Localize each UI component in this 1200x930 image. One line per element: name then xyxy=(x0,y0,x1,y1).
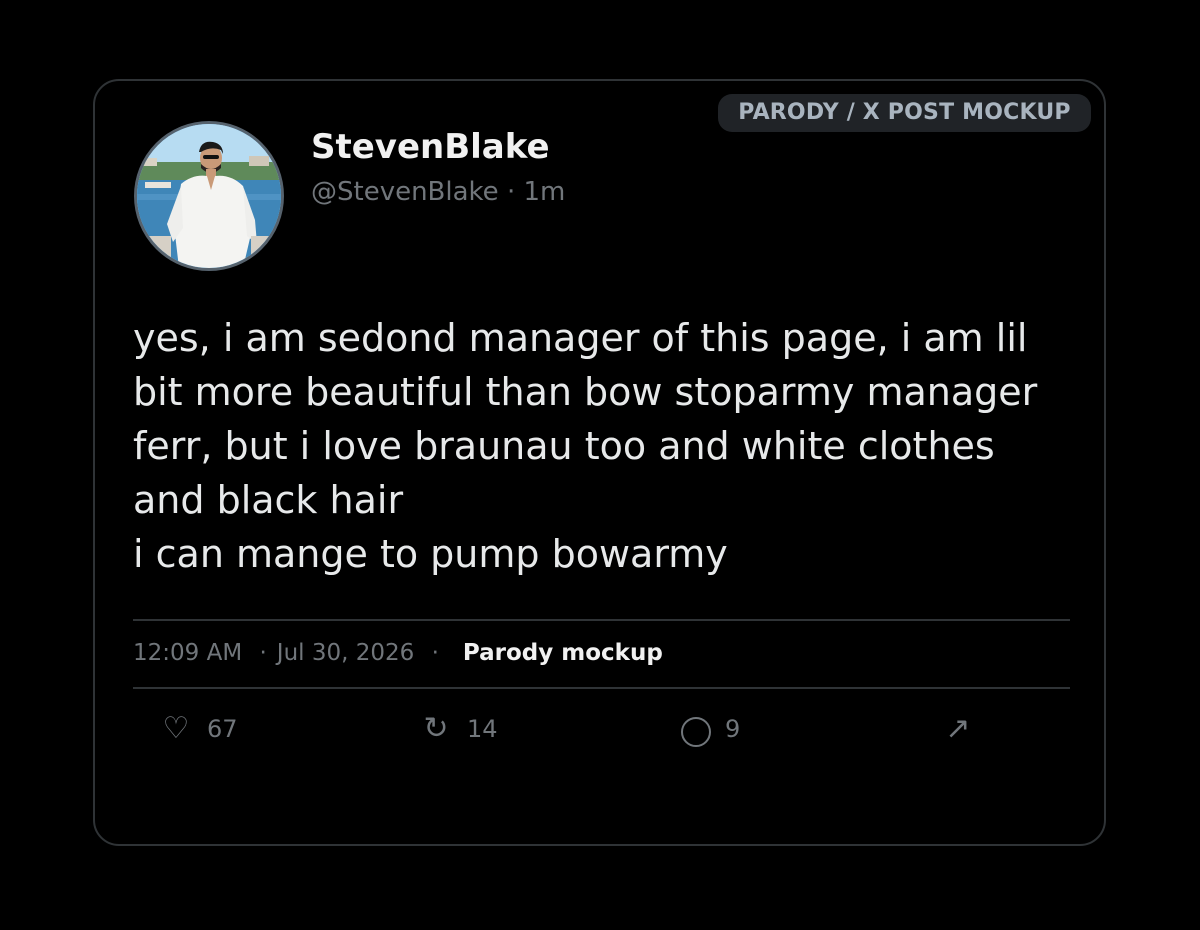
handle-line: @StevenBlake · 1m xyxy=(311,177,565,207)
handle-separator: · xyxy=(506,177,516,207)
share-icon: ↗ xyxy=(945,711,971,746)
post-meta: 12:09 AM · Jul 30, 2026 · Parody mockup xyxy=(133,640,663,666)
post-card: PARODY / X POST MOCKUP StevenBlake @Stev… xyxy=(93,79,1106,846)
parody-badge: PARODY / X POST MOCKUP xyxy=(718,94,1091,132)
divider xyxy=(133,687,1070,689)
retweet-count: 14 xyxy=(467,714,498,743)
post-text: yes, i am sedond manager of this page, i… xyxy=(133,311,1083,581)
like-button[interactable]: ♡ 67 xyxy=(159,711,238,746)
like-count: 67 xyxy=(207,714,238,743)
post-date[interactable]: Jul 30, 2026 xyxy=(277,640,414,666)
meta-separator: · xyxy=(259,640,267,666)
user-handle[interactable]: @StevenBlake xyxy=(311,177,499,207)
post-text-line: and black hair xyxy=(133,478,404,522)
heart-icon: ♡ xyxy=(162,711,190,746)
retweet-icon: ↻ xyxy=(423,711,449,746)
post-source: Parody mockup xyxy=(462,640,663,666)
post-time: 12:09 AM xyxy=(133,640,243,666)
share-button[interactable]: ↗ xyxy=(941,711,989,746)
display-name[interactable]: StevenBlake xyxy=(311,127,550,167)
divider xyxy=(133,619,1070,621)
reply-button[interactable]: 9 xyxy=(681,711,740,747)
post-text-line: bit more beautiful than bow stoparmy man… xyxy=(133,370,1038,414)
profile-photo-icon xyxy=(137,124,281,268)
retweet-button[interactable]: ↻ 14 xyxy=(419,711,498,746)
post-text-line: i can mange to pump bowarmy xyxy=(133,532,728,576)
post-text-line: yes, i am sedond manager of this page, i… xyxy=(133,316,1028,360)
avatar[interactable] xyxy=(134,121,284,271)
reply-icon xyxy=(681,717,711,747)
meta-separator: · xyxy=(431,640,439,666)
reply-count: 9 xyxy=(725,715,741,743)
post-time-ago: 1m xyxy=(523,177,566,207)
post-text-line: ferr, but i love braunau too and white c… xyxy=(133,424,995,468)
